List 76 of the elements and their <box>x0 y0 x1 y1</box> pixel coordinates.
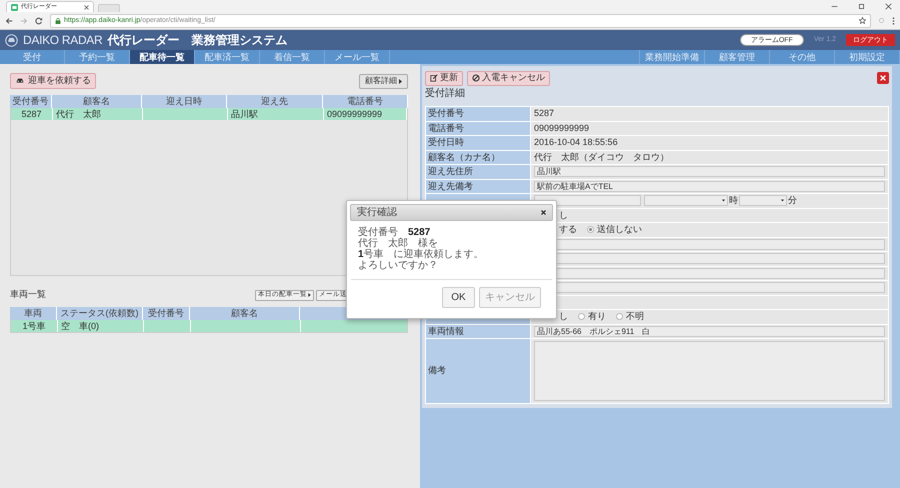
field-label: 迎え先備考 <box>426 180 530 193</box>
forward-icon <box>20 16 28 24</box>
unit-label: 時 <box>729 194 738 207</box>
field-label: 顧客名（カナ名） <box>426 150 530 164</box>
reload-icon <box>35 16 43 24</box>
field-label: 迎え先住所 <box>426 165 530 178</box>
field-label: 車両情報 <box>426 324 530 338</box>
radio-label: する <box>559 223 577 236</box>
customer-detail-button[interactable]: 顧客詳細 <box>359 74 408 88</box>
dialog-message: 1号車 に迎車依頼します。 <box>358 249 485 260</box>
request-car-button[interactable]: 迎車を依頼する <box>10 73 96 89</box>
field-value: 09099999999 <box>534 122 590 134</box>
dialog-message: よろしいですか？ <box>358 260 439 271</box>
radio-button[interactable] <box>616 313 623 320</box>
update-button[interactable]: 更新 <box>425 70 463 86</box>
prohibited-icon <box>472 74 480 82</box>
input-field[interactable]: 品川駅 <box>534 166 885 178</box>
table-cell: 5287 <box>11 108 53 120</box>
app-title: 代行レーダー 業務管理システム <box>107 32 288 49</box>
minimize-icon <box>831 3 838 10</box>
close-icon <box>880 75 886 81</box>
table-cell: 品川駅 <box>228 108 324 120</box>
table-row[interactable]: 5287 代行 太郎 品川駅 09099999999 <box>11 108 407 120</box>
dropdown-icon <box>722 199 725 202</box>
dialog-title: 実行確認 <box>357 206 398 220</box>
page-icon <box>11 4 18 10</box>
field-value: 5287 <box>534 107 554 120</box>
select-field[interactable] <box>644 195 728 206</box>
dialog-message: 受付番号 5287 <box>358 227 432 238</box>
triangle-icon <box>308 293 311 297</box>
edit-icon <box>430 74 438 82</box>
radio-label: 送信しない <box>597 223 642 236</box>
table-row[interactable]: 1号車 空 車(0) <box>11 320 407 332</box>
dropdown-icon <box>781 199 784 202</box>
star-icon <box>859 17 866 24</box>
radio-label: 有り <box>588 310 606 323</box>
back-icon <box>5 16 13 24</box>
car-icon <box>15 77 25 85</box>
field-label: 電話番号 <box>426 122 530 135</box>
menu-icon <box>892 16 895 24</box>
unit-label: 分 <box>788 194 797 207</box>
input-field[interactable]: 品川あ55-66 ポルシェ911 白 <box>534 326 885 337</box>
nav-tab[interactable]: 配車待一覧 <box>130 50 195 64</box>
lock-icon <box>55 18 61 24</box>
car-logo-icon <box>5 34 18 46</box>
close-icon <box>885 3 892 10</box>
triangle-icon <box>399 78 402 84</box>
input-field[interactable]: 駅前の駐車場AでTEL <box>534 180 885 192</box>
radio-label: し <box>559 208 568 222</box>
field-value: 2016-10-04 18:55:56 <box>534 136 618 149</box>
new-tab-button[interactable] <box>98 4 120 12</box>
table-cell: 代行 太郎 <box>53 108 143 120</box>
radio-button[interactable] <box>578 313 585 320</box>
radio-button[interactable] <box>587 226 594 234</box>
section-title: 受付詳細 <box>425 86 466 101</box>
close-icon <box>84 4 89 10</box>
close-icon <box>541 210 546 215</box>
close-button[interactable] <box>877 72 889 84</box>
text-area[interactable] <box>534 341 885 401</box>
extension-icon <box>878 17 885 24</box>
restore-icon <box>858 3 865 10</box>
field-label: 受付日時 <box>426 136 530 150</box>
section-title: 車両一覧 <box>10 288 47 302</box>
app-logo: DAIKO RADAR <box>23 32 102 49</box>
ok-button[interactable]: OK <box>442 287 475 308</box>
field-label: 受付番号 <box>426 107 530 120</box>
table-cell: 空 車(0) <box>58 320 144 332</box>
select-field[interactable] <box>739 195 787 206</box>
table-cell: 09099999999 <box>324 108 407 120</box>
field-value: 代行 太郎（ダイコウ タロウ） <box>534 150 669 164</box>
table-cell: 1号車 <box>11 320 58 332</box>
cancel-call-button[interactable]: 入電キャンセル <box>467 70 550 86</box>
radio-label: し <box>559 310 568 323</box>
field-label: 備考 <box>426 339 530 403</box>
radio-label: 不明 <box>626 310 644 323</box>
dialog-message: 代行 太郎 様を <box>358 238 438 249</box>
